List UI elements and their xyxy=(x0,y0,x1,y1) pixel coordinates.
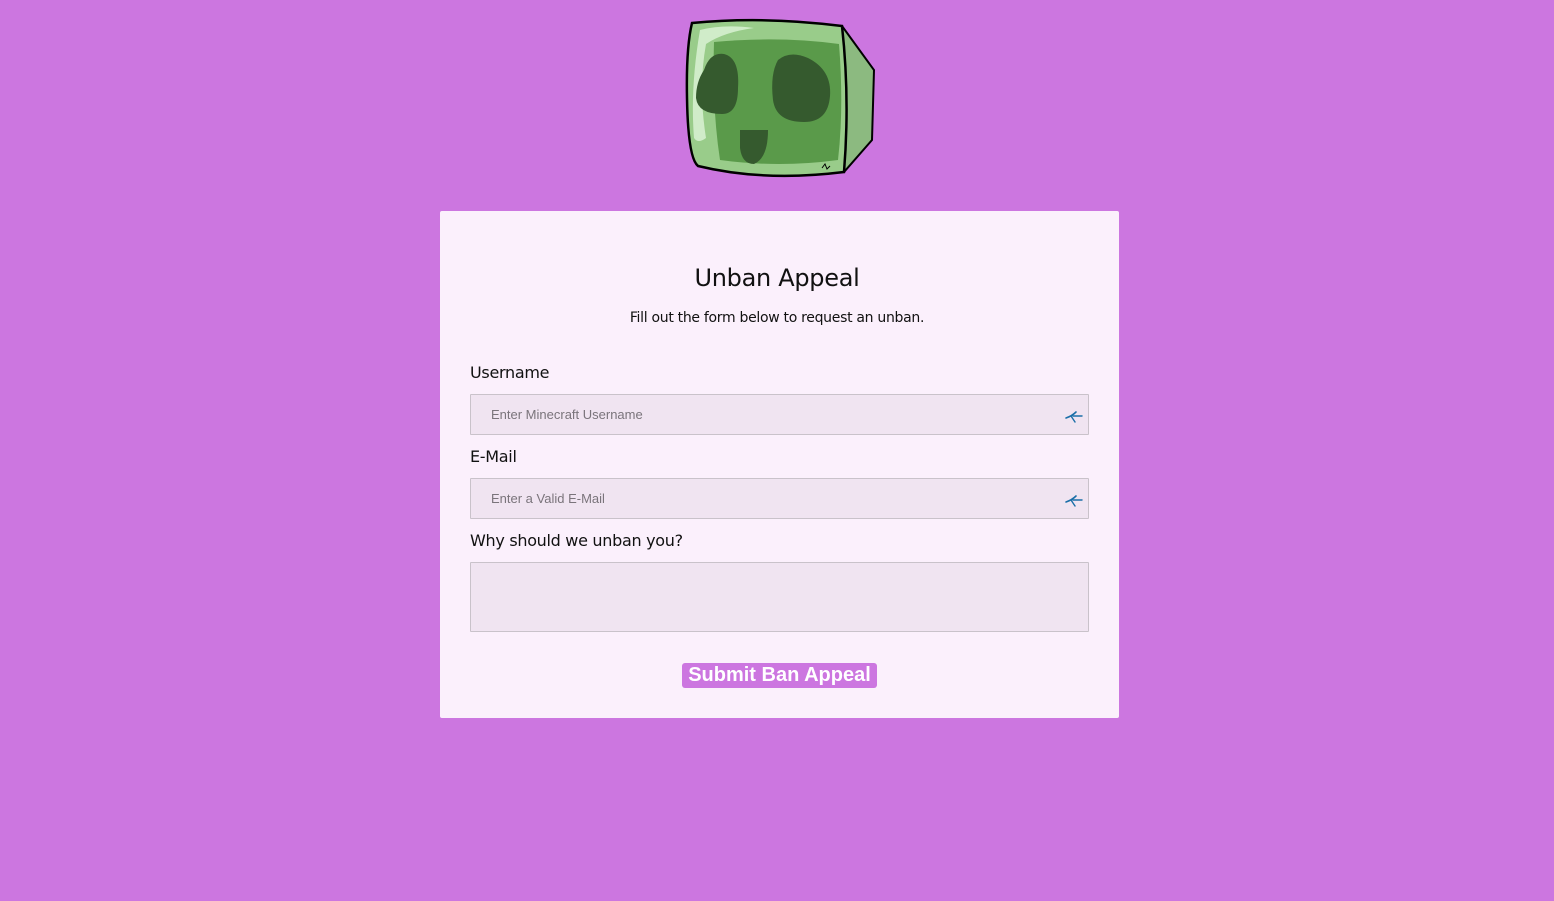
page-subtitle: Fill out the form below to request an un… xyxy=(629,310,925,326)
page-title: Unban Appeal xyxy=(694,264,860,292)
username-label: Username xyxy=(470,363,550,382)
email-field-wrapper xyxy=(470,478,1089,519)
email-label: E-Mail xyxy=(470,447,517,466)
reason-textarea[interactable] xyxy=(470,562,1089,632)
reason-label: Why should we unban you? xyxy=(470,531,683,550)
email-input[interactable] xyxy=(471,479,1088,518)
password-manager-icon[interactable] xyxy=(1064,406,1084,424)
username-input[interactable] xyxy=(471,395,1088,434)
slime-logo-icon xyxy=(684,18,878,180)
submit-appeal-button[interactable]: Submit Ban Appeal xyxy=(682,663,877,688)
password-manager-icon[interactable] xyxy=(1064,490,1084,508)
username-field-wrapper xyxy=(470,394,1089,435)
